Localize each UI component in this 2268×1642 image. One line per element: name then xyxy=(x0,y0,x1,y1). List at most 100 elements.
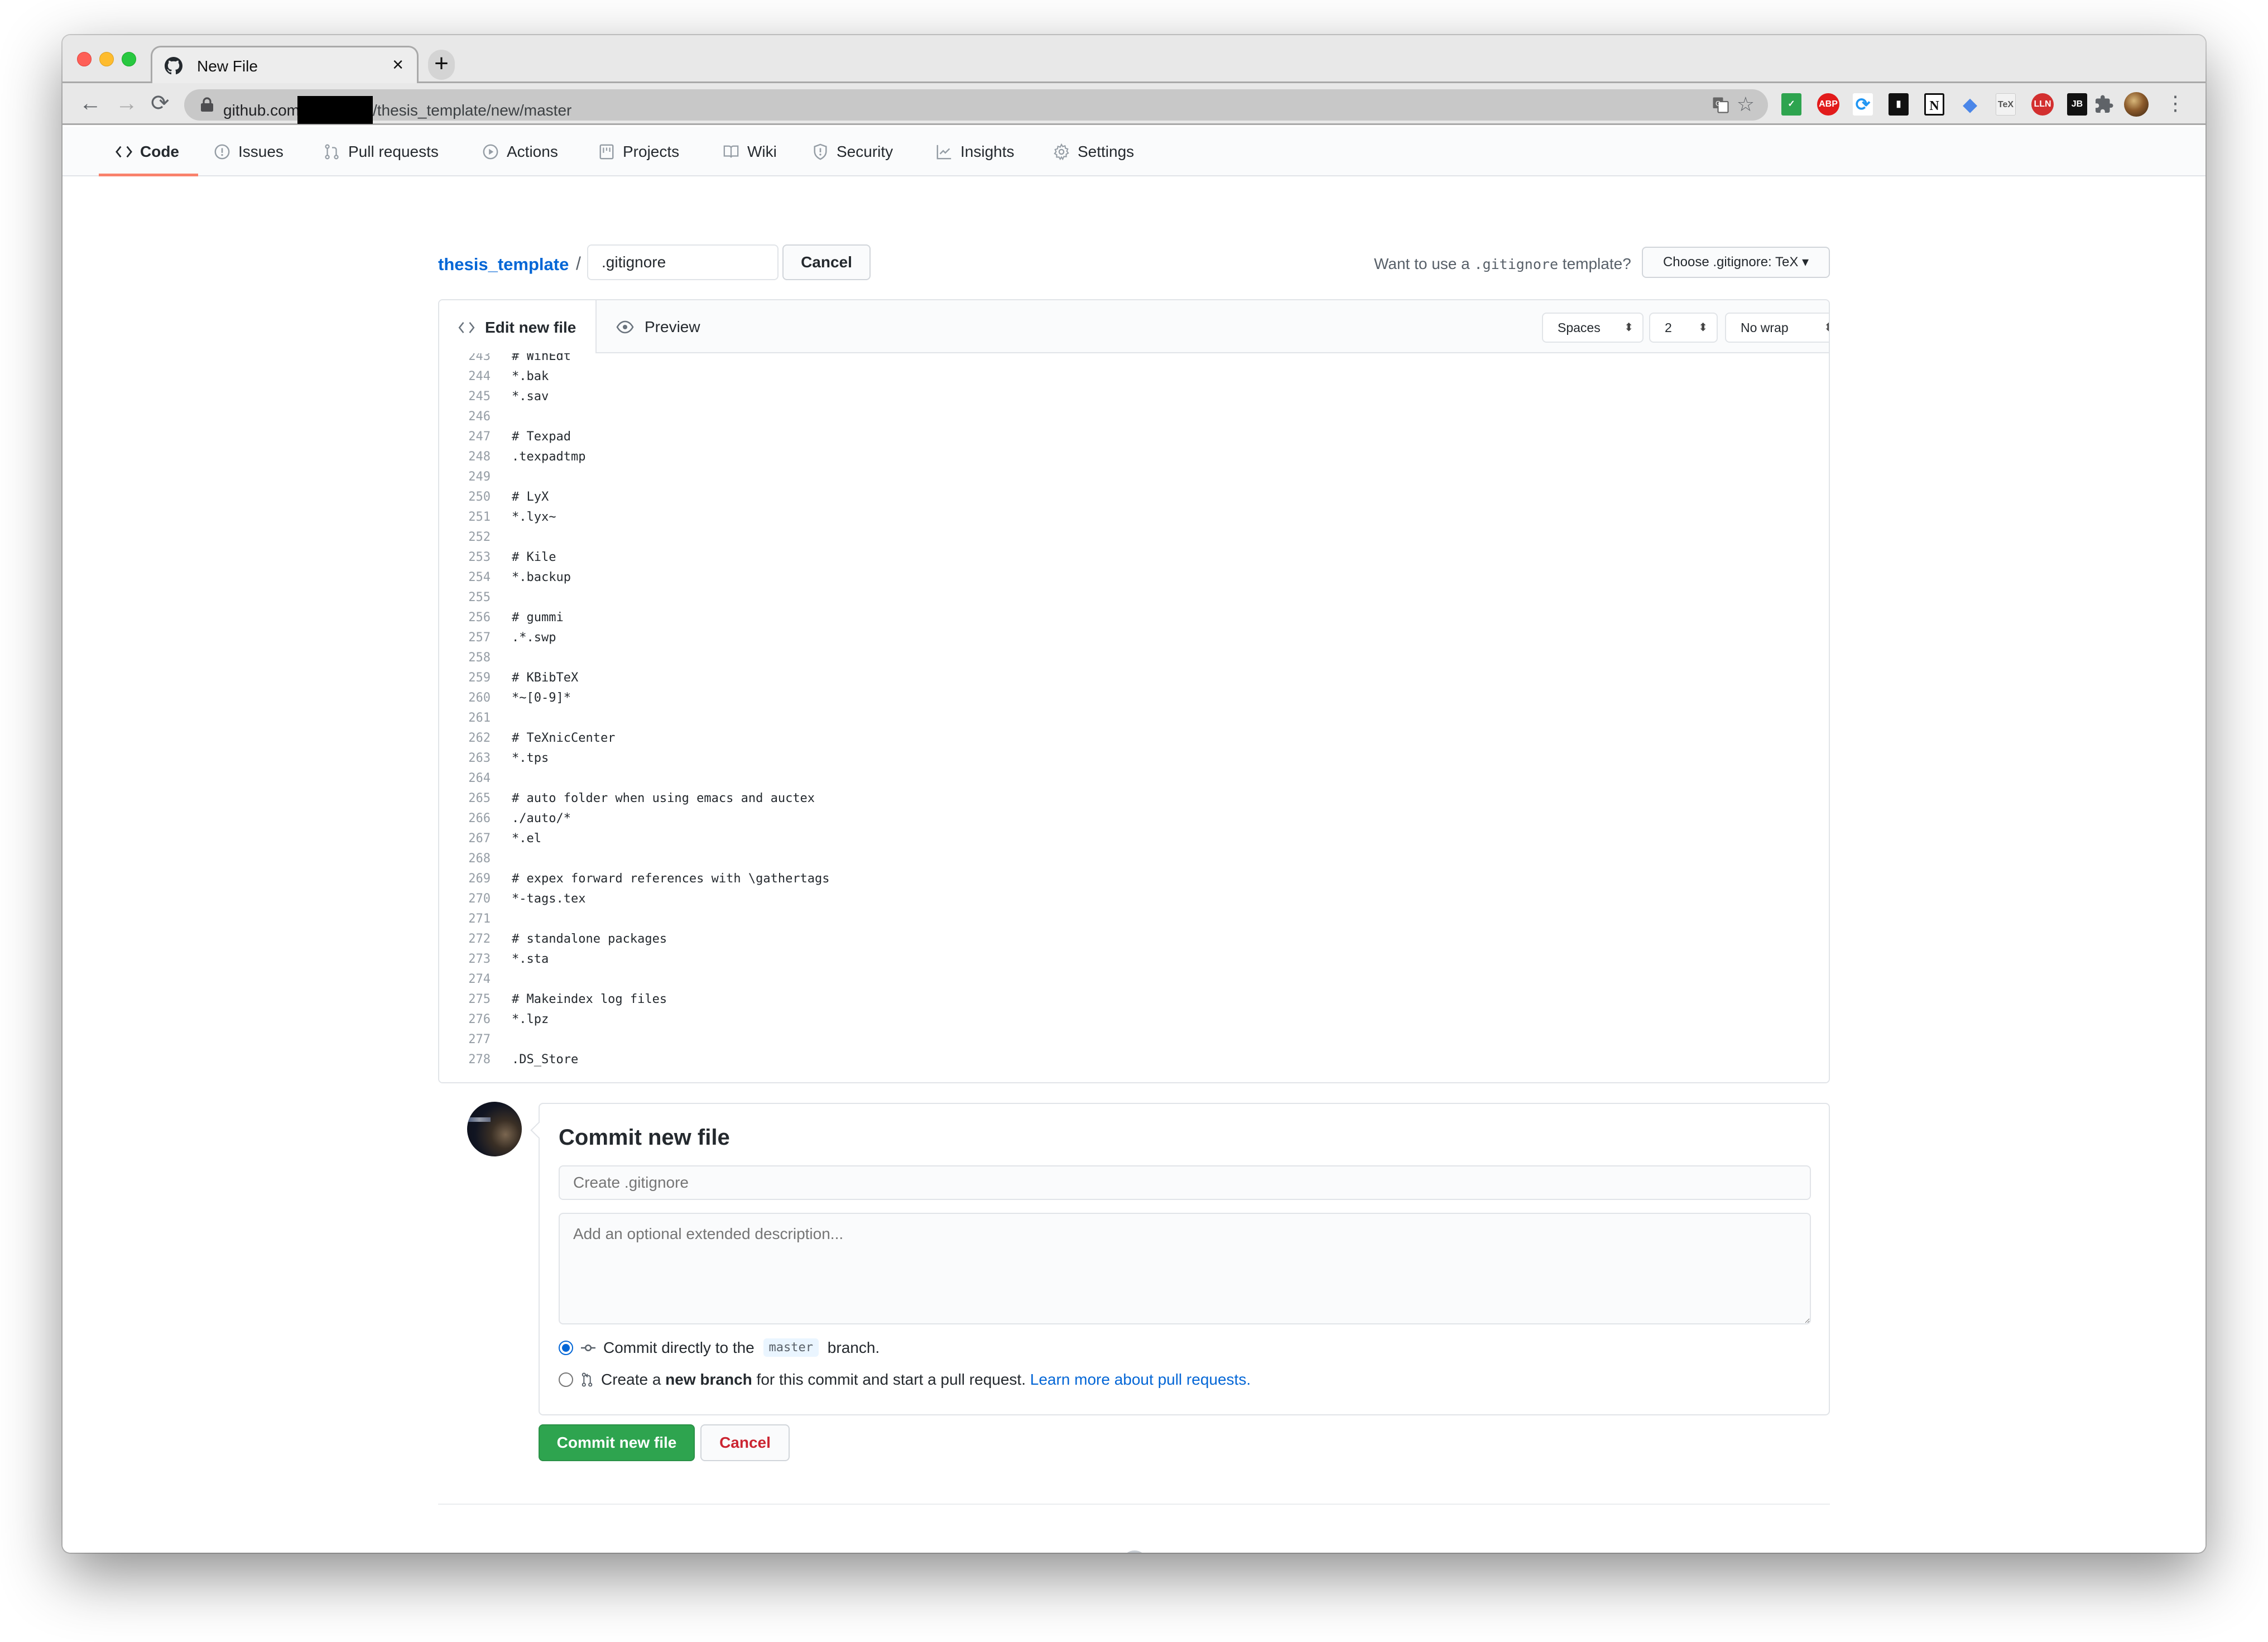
browser-tab[interactable]: New File × xyxy=(151,46,419,85)
code-line[interactable]: 247 # Texpad xyxy=(439,427,1829,447)
code-line[interactable]: 277 xyxy=(439,1030,1829,1050)
tab-edit-new-file[interactable]: Edit new file xyxy=(439,300,597,354)
code-line[interactable]: 266 ./auto/* xyxy=(439,809,1829,829)
checkmark-extension-icon[interactable]: ✓ xyxy=(1781,93,1801,116)
code-line[interactable]: 268 xyxy=(439,849,1829,869)
tab-preview[interactable]: Preview xyxy=(616,300,700,353)
code-line[interactable]: 276 *.lpz xyxy=(439,1010,1829,1030)
line-text: .*.swp xyxy=(512,631,556,645)
cancel-commit-button[interactable]: Cancel xyxy=(700,1424,790,1461)
line-number: 253 xyxy=(468,550,491,564)
code-line[interactable]: 265 # auto folder when using emacs and au… xyxy=(439,789,1829,809)
line-text xyxy=(491,648,512,668)
line-number: 243 xyxy=(468,353,491,363)
diamond-extension-icon[interactable]: ◆ xyxy=(1960,93,1980,116)
back-button[interactable]: ← xyxy=(79,91,102,116)
sync-extension-icon[interactable]: ⟳ xyxy=(1853,93,1873,116)
filename-input[interactable] xyxy=(587,244,779,280)
repo-nav-wiki[interactable]: Wiki xyxy=(723,127,777,176)
gitignore-template-dropdown[interactable]: Choose .gitignore: TeX ▾ xyxy=(1642,247,1830,278)
commit-direct-radio[interactable] xyxy=(559,1340,573,1355)
code-line[interactable]: 252 xyxy=(439,527,1829,548)
repo-nav-actions[interactable]: Actions xyxy=(482,127,558,176)
jetbrains-extension-icon[interactable]: JB xyxy=(2067,93,2087,116)
code-line[interactable]: 270 *-tags.tex xyxy=(439,889,1829,909)
adblock-plus-extension-icon[interactable]: ABP xyxy=(1817,93,1839,116)
code-line[interactable]: 259 # KBibTeX xyxy=(439,668,1829,688)
repo-nav-settings[interactable]: Settings xyxy=(1053,127,1134,176)
new-tab-button[interactable]: + xyxy=(428,50,455,80)
code-line[interactable]: 275 # Makeindex log files xyxy=(439,990,1829,1010)
code-line[interactable]: 243 # WinEdt xyxy=(439,353,1829,367)
repo-nav-security[interactable]: Security xyxy=(812,127,893,176)
code-line[interactable]: 267 *.el xyxy=(439,829,1829,849)
repo-nav-code[interactable]: Code xyxy=(116,127,179,176)
code-line[interactable]: 249 xyxy=(439,467,1829,487)
commit-new-file-button[interactable]: Commit new file xyxy=(539,1424,695,1461)
repo-nav-issues[interactable]: Issues xyxy=(214,127,284,176)
main-content: thesis_template / Cancel Want to use a .… xyxy=(63,176,2205,1553)
code-line[interactable]: 253 # Kile xyxy=(439,548,1829,568)
close-window-button[interactable] xyxy=(77,52,92,66)
code-line[interactable]: 274 xyxy=(439,969,1829,990)
cancel-edit-button[interactable]: Cancel xyxy=(782,244,871,280)
github-logo-icon[interactable] xyxy=(1121,1550,1148,1553)
tex-extension-icon[interactable]: TeX xyxy=(1996,93,2016,116)
code-line[interactable]: 278 .DS_Store xyxy=(439,1050,1829,1070)
lln-extension-icon[interactable]: LLN xyxy=(2031,93,2054,116)
code-line[interactable]: 248 .texpadtmp xyxy=(439,447,1829,467)
dropdown-label: Choose .gitignore: xyxy=(1662,255,1775,270)
code-line[interactable]: 260 *~[0-9]* xyxy=(439,688,1829,708)
repo-link[interactable]: thesis_template xyxy=(438,255,569,275)
code-line[interactable]: 261 xyxy=(439,708,1829,728)
tab-preview-label: Preview xyxy=(645,318,700,335)
maximize-window-button[interactable] xyxy=(122,52,136,66)
code-line[interactable]: 269 # expex forward references with \gath… xyxy=(439,869,1829,889)
line-text: *.backup xyxy=(512,570,571,584)
code-line[interactable]: 258 xyxy=(439,648,1829,668)
code-line[interactable]: 256 # gummi xyxy=(439,608,1829,628)
profile-avatar[interactable] xyxy=(2124,92,2149,117)
code-line[interactable]: 250 # LyX xyxy=(439,487,1829,507)
indent-size-select[interactable]: 2 ⬍ xyxy=(1649,313,1718,343)
code-line[interactable]: 257 .*.swp xyxy=(439,628,1829,648)
code-line[interactable]: 251 *.lyx~ xyxy=(439,507,1829,527)
line-number: 257 xyxy=(468,631,491,645)
new-branch-option[interactable]: Create a new branch for this commit and … xyxy=(559,1371,1251,1389)
commit-description-textarea[interactable] xyxy=(559,1213,1811,1324)
line-wrap-select[interactable]: No wrap ⬍ xyxy=(1725,313,1829,343)
notion-extension-icon[interactable]: N xyxy=(1924,93,1944,116)
repo-nav-projects[interactable]: Projects xyxy=(598,127,679,176)
line-number: 264 xyxy=(468,771,491,785)
code-line[interactable]: 264 xyxy=(439,769,1829,789)
bookmark-extension-icon[interactable]: ▮ xyxy=(1889,93,1909,116)
code-line[interactable]: 271 xyxy=(439,909,1829,929)
address-bar[interactable]: github.com/thesis_template/new/master G … xyxy=(184,89,1768,124)
code-line[interactable]: 255 xyxy=(439,588,1829,608)
forward-button[interactable]: → xyxy=(116,91,138,116)
code-line[interactable]: 246 xyxy=(439,407,1829,427)
code-line[interactable]: 273 *.sta xyxy=(439,949,1829,969)
code-line[interactable]: 272 # standalone packages xyxy=(439,929,1829,949)
minimize-window-button[interactable] xyxy=(99,52,114,66)
code-line[interactable]: 245 *.sav xyxy=(439,387,1829,407)
learn-more-pull-requests-link[interactable]: Learn more about pull requests. xyxy=(1030,1371,1251,1389)
reload-button[interactable]: ⟳ xyxy=(151,91,170,116)
commit-message-input[interactable] xyxy=(559,1165,1811,1200)
line-number: 267 xyxy=(468,832,491,846)
commit-direct-option[interactable]: Commit directly to the master branch. xyxy=(559,1338,880,1357)
close-tab-icon[interactable]: × xyxy=(392,54,403,76)
translate-icon[interactable]: G xyxy=(1712,97,1729,113)
new-branch-radio[interactable] xyxy=(559,1372,573,1387)
code-line[interactable]: 254 *.backup xyxy=(439,568,1829,588)
code-line[interactable]: 262 # TeXnicCenter xyxy=(439,728,1829,748)
extensions-puzzle-icon[interactable] xyxy=(2094,94,2114,114)
indent-mode-select[interactable]: Spaces ⬍ xyxy=(1542,313,1644,343)
repo-nav-pull-requests[interactable]: Pull requests xyxy=(324,127,439,176)
chrome-menu-icon[interactable]: ⋮ xyxy=(2165,92,2185,114)
code-area[interactable]: 243 # WinEdt 244 *.bak 245 *.sav 246 247 # Texpa… xyxy=(439,353,1829,1082)
code-line[interactable]: 244 *.bak xyxy=(439,367,1829,387)
repo-nav-insights[interactable]: Insights xyxy=(936,127,1015,176)
code-line[interactable]: 263 *.tps xyxy=(439,748,1829,769)
bookmark-star-icon[interactable]: ☆ xyxy=(1737,93,1755,116)
